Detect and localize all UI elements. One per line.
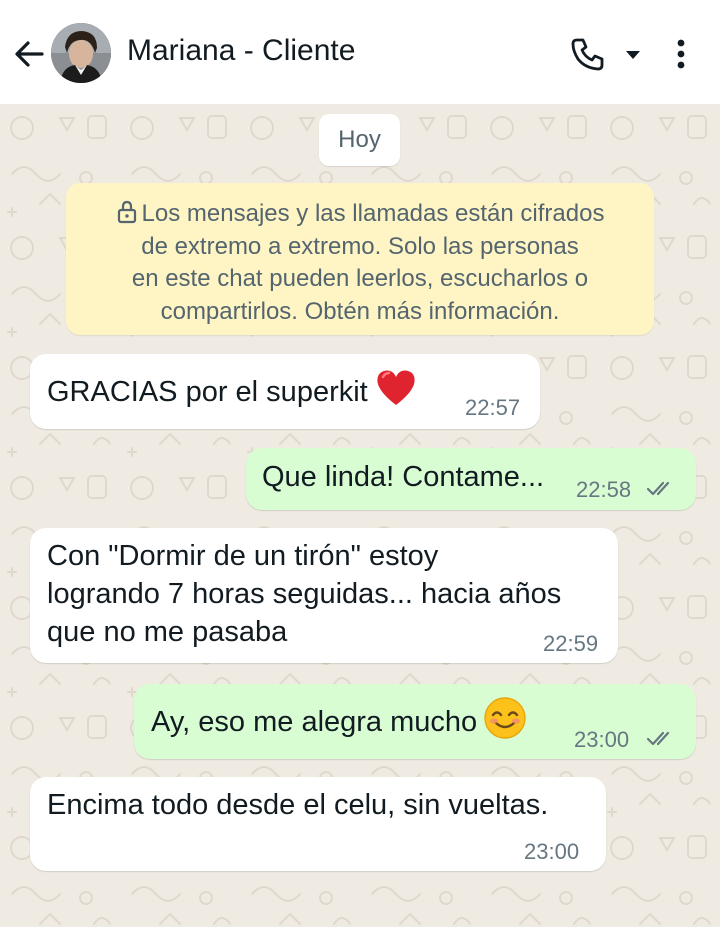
caret-down-icon[interactable] [622,44,644,64]
smiling-face-emoji [484,697,526,739]
more-vertical-icon[interactable] [668,36,694,72]
message-line: logrando 7 horas seguidas... hacia años [47,578,562,610]
message-line: Con "Dormir de un tirón" estoy [47,540,439,572]
message-text: Que linda! Contame... [262,461,545,493]
message-time: 22:57 [465,395,521,420]
message-bubble-incoming[interactable]: Con "Dormir de un tirón" estoy logrando … [30,528,618,663]
message-bubble-incoming[interactable]: Encima todo desde el celu, sin vueltas. … [30,777,606,871]
message-time: 23:00 [574,727,630,752]
message-text: Con "Dormir de un tirón" estoy logrando … [47,537,561,651]
encryption-notice-line-1: Los mensajes y las llamadas están cifrad… [82,198,638,231]
back-arrow-icon[interactable] [12,36,48,72]
contact-name[interactable]: Mariana - Cliente [127,34,355,68]
message-time: 22:58 [576,477,632,502]
message-text: Encima todo desde el celu, sin vueltas. [47,789,549,821]
encryption-notice-line-2: de extremo a extremo. Solo las personas [141,232,579,260]
message-bubble-outgoing[interactable]: Ay, eso me alegra mucho 23:00 [134,684,696,759]
message-line: que no me pasaba [47,616,288,648]
lock-icon [117,200,136,224]
message-time: 23:00 [524,839,580,864]
message-bubble-outgoing[interactable]: Que linda! Contame... 22:58 [246,448,696,510]
encryption-notice-line-4: compartirlos. Obtén más información. [160,297,560,325]
encryption-notice-line-3: en este chat pueden leerlos, escucharlos… [131,265,589,292]
date-chip: Hoy [319,114,400,166]
phone-icon[interactable] [568,34,608,74]
double-check-icon [646,481,670,496]
avatar[interactable] [51,23,111,83]
chat-area[interactable]: Hoy Los mensajes y las llamadas están ci… [0,104,720,927]
encryption-notice[interactable]: Los mensajes y las llamadas están cifrad… [66,183,654,335]
message-text: GRACIAS por el superkit [47,366,418,411]
double-check-icon [646,731,670,746]
message-text: Ay, eso me alegra mucho [151,696,527,741]
heart-emoji [377,370,415,405]
message-time: 22:59 [543,631,599,656]
message-bubble-incoming[interactable]: GRACIAS por el superkit 22:57 [30,354,540,429]
chat-header: Mariana - Cliente [0,0,720,104]
